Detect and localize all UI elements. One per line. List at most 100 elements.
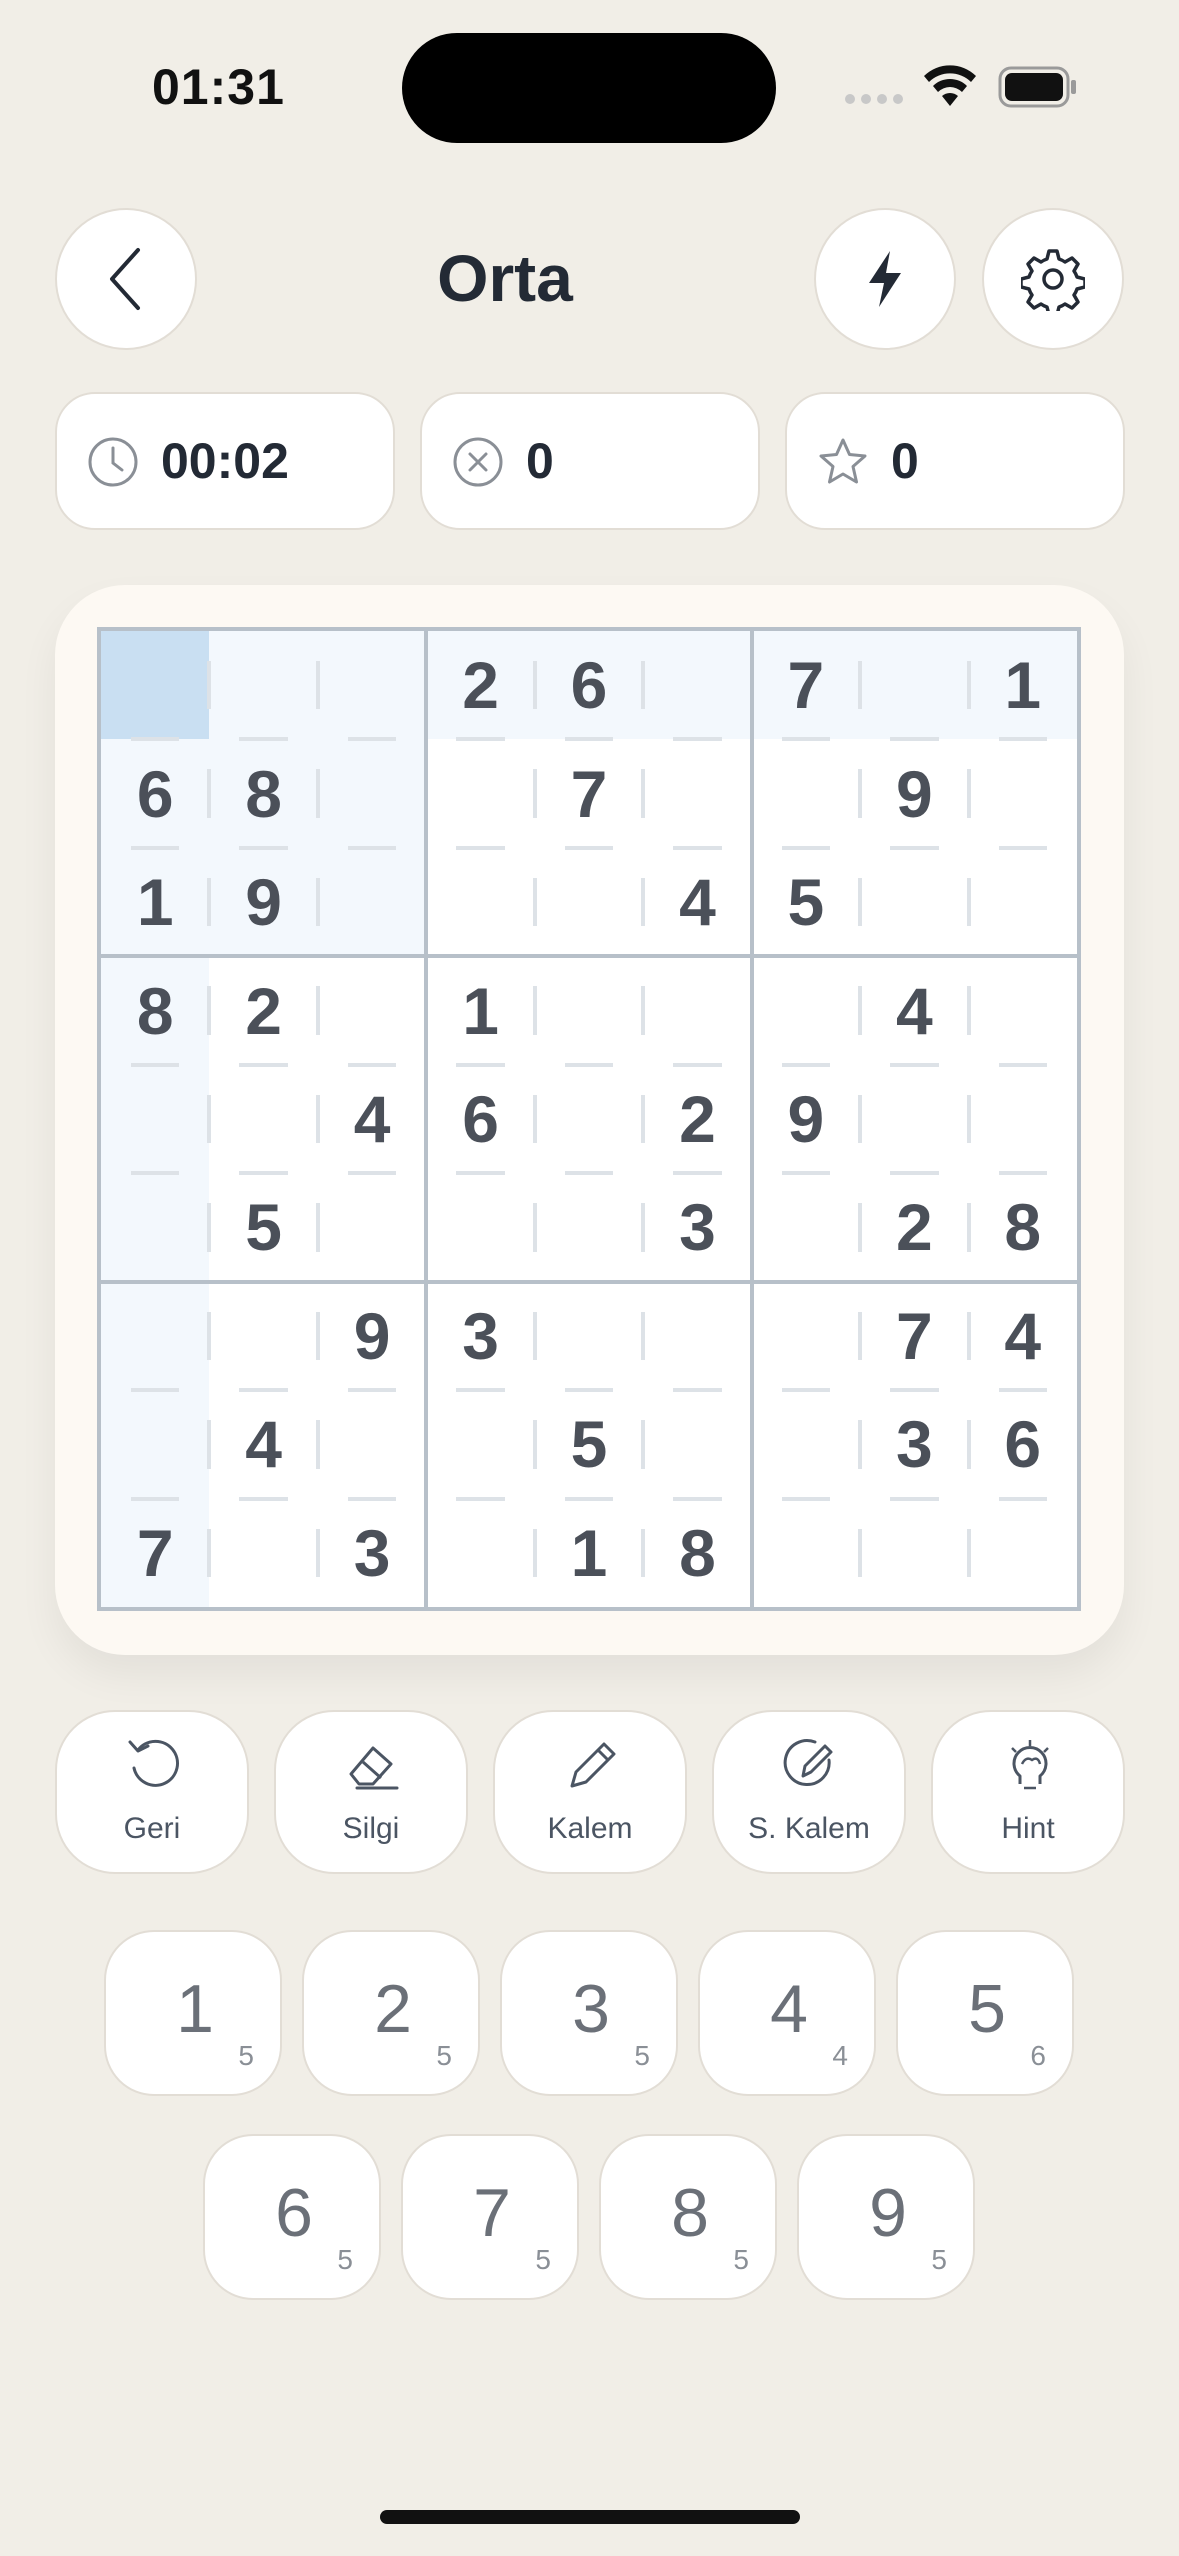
sudoku-cell[interactable] bbox=[534, 1064, 644, 1174]
sudoku-cell[interactable] bbox=[643, 1281, 752, 1391]
sudoku-cell[interactable] bbox=[968, 1498, 1077, 1607]
number-5-button[interactable]: 56 bbox=[896, 1930, 1074, 2096]
sudoku-cell[interactable] bbox=[209, 631, 318, 740]
sudoku-cell[interactable]: 6 bbox=[426, 1064, 535, 1174]
sudoku-cell[interactable]: 1 bbox=[968, 631, 1077, 740]
sudoku-cell[interactable]: 2 bbox=[426, 631, 535, 740]
sudoku-cell[interactable] bbox=[643, 1390, 752, 1499]
sudoku-cell[interactable] bbox=[317, 1390, 427, 1499]
number-6-button[interactable]: 65 bbox=[203, 2134, 381, 2300]
sudoku-cell[interactable]: 3 bbox=[860, 1390, 969, 1499]
sudoku-cell[interactable]: 7 bbox=[751, 631, 861, 740]
sudoku-cell[interactable]: 8 bbox=[209, 739, 318, 848]
sudoku-cell[interactable] bbox=[101, 1281, 210, 1391]
sudoku-cell[interactable] bbox=[860, 847, 969, 957]
sudoku-cell[interactable]: 7 bbox=[534, 739, 644, 848]
sudoku-cell[interactable]: 5 bbox=[534, 1390, 644, 1499]
sudoku-cell[interactable]: 5 bbox=[209, 1173, 318, 1282]
sudoku-cell[interactable]: 4 bbox=[317, 1064, 427, 1174]
sudoku-cell[interactable]: 1 bbox=[101, 847, 210, 957]
sudoku-cell[interactable] bbox=[317, 739, 427, 848]
number-1-button[interactable]: 15 bbox=[104, 1930, 282, 2096]
sudoku-cell[interactable] bbox=[968, 956, 1077, 1065]
sudoku-cell[interactable] bbox=[101, 631, 210, 740]
sudoku-cell[interactable] bbox=[643, 739, 752, 848]
number-9-button[interactable]: 95 bbox=[797, 2134, 975, 2300]
sudoku-cell[interactable] bbox=[101, 1064, 210, 1174]
s-kalem-button[interactable]: S. Kalem bbox=[712, 1710, 906, 1874]
sudoku-cell[interactable]: 9 bbox=[860, 739, 969, 848]
sudoku-cell[interactable] bbox=[317, 956, 427, 1065]
sudoku-cell[interactable] bbox=[534, 1173, 644, 1282]
sudoku-cell[interactable] bbox=[751, 1281, 861, 1391]
sudoku-cell[interactable] bbox=[209, 1064, 318, 1174]
sudoku-cell[interactable]: 3 bbox=[426, 1281, 535, 1391]
sudoku-cell[interactable] bbox=[426, 739, 535, 848]
sudoku-cell[interactable]: 9 bbox=[209, 847, 318, 957]
sudoku-cell[interactable]: 6 bbox=[534, 631, 644, 740]
sudoku-cell[interactable]: 8 bbox=[968, 1173, 1077, 1282]
number-8-button[interactable]: 85 bbox=[599, 2134, 777, 2300]
sudoku-cell[interactable] bbox=[317, 1173, 427, 1282]
back-button[interactable] bbox=[55, 208, 197, 350]
sudoku-cell[interactable] bbox=[968, 1064, 1077, 1174]
sudoku-cell[interactable]: 2 bbox=[643, 1064, 752, 1174]
sudoku-cell[interactable] bbox=[968, 847, 1077, 957]
sudoku-cell[interactable] bbox=[426, 1173, 535, 1282]
number-4-button[interactable]: 44 bbox=[698, 1930, 876, 2096]
sudoku-cell[interactable] bbox=[426, 1390, 535, 1499]
sudoku-cell[interactable]: 1 bbox=[534, 1498, 644, 1607]
sudoku-cell[interactable]: 5 bbox=[751, 847, 861, 957]
sudoku-cell[interactable]: 6 bbox=[101, 739, 210, 848]
lightning-button[interactable] bbox=[814, 208, 956, 350]
sudoku-cell[interactable]: 8 bbox=[643, 1498, 752, 1607]
sudoku-cell[interactable]: 1 bbox=[426, 956, 535, 1065]
sudoku-cell[interactable] bbox=[317, 631, 427, 740]
sudoku-cell[interactable] bbox=[534, 1281, 644, 1391]
sudoku-cell[interactable]: 2 bbox=[860, 1173, 969, 1282]
sudoku-cell[interactable] bbox=[751, 1173, 861, 1282]
sudoku-cell[interactable]: 4 bbox=[209, 1390, 318, 1499]
sudoku-cell[interactable] bbox=[860, 1498, 969, 1607]
sudoku-cell[interactable] bbox=[860, 1064, 969, 1174]
sudoku-cell[interactable] bbox=[426, 1498, 535, 1607]
sudoku-cell[interactable] bbox=[751, 1390, 861, 1499]
hint-button[interactable]: Hint bbox=[931, 1710, 1125, 1874]
sudoku-cell[interactable]: 6 bbox=[968, 1390, 1077, 1499]
sudoku-cell[interactable]: 9 bbox=[317, 1281, 427, 1391]
sudoku-cell[interactable]: 9 bbox=[751, 1064, 861, 1174]
sudoku-cell[interactable] bbox=[101, 1173, 210, 1282]
kalem-button[interactable]: Kalem bbox=[493, 1710, 687, 1874]
number-3-button[interactable]: 35 bbox=[500, 1930, 678, 2096]
settings-button[interactable] bbox=[982, 208, 1124, 350]
sudoku-cell[interactable] bbox=[317, 847, 427, 957]
sudoku-cell[interactable] bbox=[643, 631, 752, 740]
sudoku-cell[interactable]: 3 bbox=[643, 1173, 752, 1282]
sudoku-cell[interactable]: 4 bbox=[968, 1281, 1077, 1391]
grid-divider bbox=[347, 1496, 397, 1501]
sudoku-cell[interactable] bbox=[426, 847, 535, 957]
sudoku-cell[interactable]: 8 bbox=[101, 956, 210, 1065]
sudoku-cell[interactable] bbox=[534, 847, 644, 957]
sudoku-cell[interactable]: 7 bbox=[860, 1281, 969, 1391]
sudoku-cell[interactable] bbox=[751, 956, 861, 1065]
number-7-button[interactable]: 75 bbox=[401, 2134, 579, 2300]
sudoku-cell[interactable]: 3 bbox=[317, 1498, 427, 1607]
sudoku-cell[interactable] bbox=[643, 956, 752, 1065]
sudoku-cell[interactable] bbox=[751, 1498, 861, 1607]
sudoku-cell[interactable] bbox=[209, 1498, 318, 1607]
sudoku-cell[interactable] bbox=[209, 1281, 318, 1391]
sudoku-cell[interactable] bbox=[751, 739, 861, 848]
sudoku-cell[interactable] bbox=[860, 631, 969, 740]
sudoku-cell[interactable] bbox=[534, 956, 644, 1065]
sudoku-cell[interactable] bbox=[968, 739, 1077, 848]
sudoku-cell[interactable]: 4 bbox=[643, 847, 752, 957]
sudoku-cell[interactable] bbox=[101, 1390, 210, 1499]
sudoku-cell[interactable]: 4 bbox=[860, 956, 969, 1065]
geri-button[interactable]: Geri bbox=[55, 1710, 249, 1874]
number-2-button[interactable]: 25 bbox=[302, 1930, 480, 2096]
sudoku-cell[interactable]: 7 bbox=[101, 1498, 210, 1607]
silgi-button[interactable]: Silgi bbox=[274, 1710, 468, 1874]
score-card: 0 bbox=[785, 392, 1125, 530]
sudoku-cell[interactable]: 2 bbox=[209, 956, 318, 1065]
